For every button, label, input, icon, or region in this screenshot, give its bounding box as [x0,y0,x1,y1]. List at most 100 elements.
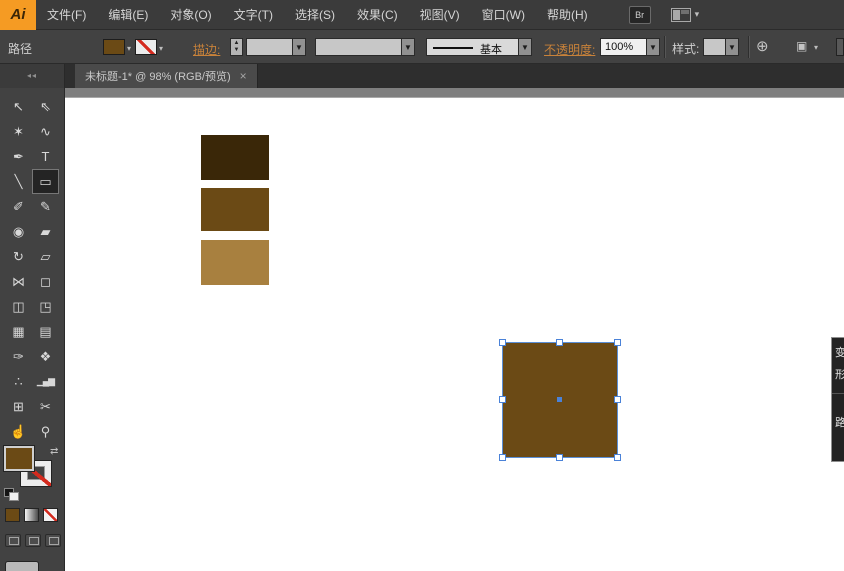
handle-bottom-middle[interactable] [556,454,563,461]
menu-file[interactable]: 文件(F) [36,0,97,30]
blend-icon: ❖ [39,348,52,364]
tool-hand[interactable]: ☝ [5,419,32,444]
scale-icon: ▱ [40,248,51,264]
handle-middle-left[interactable] [499,396,506,403]
pencil-icon: ✎ [40,198,51,214]
stroke-weight-stepper[interactable]: ▲ ▼ [230,38,243,56]
handle-top-right[interactable] [614,339,621,346]
align-options-icon[interactable]: ▣ [796,39,807,53]
tool-type[interactable]: T [32,144,59,169]
menu-effect[interactable]: 效果(C) [346,0,409,30]
none-button[interactable] [43,508,58,522]
graphic-style-dropdown[interactable]: ▼ [703,38,739,56]
drawing-mode-buttons [5,534,64,547]
artwork-swatch-light-brown[interactable] [201,240,269,285]
default-stroke-mini-icon[interactable] [9,492,19,501]
artboard-icon: ⊞ [13,398,24,414]
tool-direct-selection[interactable]: ⇖ [32,94,59,119]
tool-rectangle[interactable]: ▭ [32,169,59,194]
symbol-sprayer-icon: ∴ [14,373,23,389]
menu-bar: Ai 文件(F) 编辑(E) 对象(O) 文字(T) 选择(S) 效果(C) 视… [0,0,844,30]
handle-bottom-right[interactable] [614,454,621,461]
stroke-weight-dropdown[interactable]: ▼ [246,38,306,56]
menu-type[interactable]: 文字(T) [223,0,284,30]
menu-window[interactable]: 窗口(W) [471,0,536,30]
tool-eyedropper[interactable]: ✑ [5,344,32,369]
close-icon[interactable]: × [240,69,247,83]
selection-icon: ↖ [13,98,24,114]
handle-top-middle[interactable] [556,339,563,346]
opacity-value: 100% [601,39,647,55]
tool-rotate[interactable]: ↻ [5,244,32,269]
artwork-swatch-medium-brown[interactable] [201,188,269,231]
tool-paintbrush[interactable]: ✐ [5,194,32,219]
tool-magic-wand[interactable]: ✶ [5,119,32,144]
perspective-grid-icon: ◳ [39,298,52,314]
handle-middle-right[interactable] [614,396,621,403]
tool-slice[interactable]: ✂ [32,394,59,419]
tool-width[interactable]: ⋈ [5,269,32,294]
tool-perspective-grid[interactable]: ◳ [32,294,59,319]
menu-object[interactable]: 对象(O) [159,0,222,30]
tool-mesh[interactable]: ▦ [5,319,32,344]
tool-symbol-sprayer[interactable]: ∴ [5,369,32,394]
dock-panel-tab-2[interactable]: 形 [835,366,844,382]
tool-pen[interactable]: ✒ [5,144,32,169]
tool-line-segment[interactable]: ╲ [5,169,32,194]
color-button[interactable] [5,508,20,522]
selected-rectangle-object[interactable] [499,339,621,461]
menu-view[interactable]: 视图(V) [409,0,471,30]
draw-inside-button[interactable] [45,534,61,547]
menu-help[interactable]: 帮助(H) [536,0,599,30]
document-tab[interactable]: 未标题-1* @ 98% (RGB/预览) × [75,64,258,88]
tool-shape-builder[interactable]: ◫ [5,294,32,319]
handle-bottom-left[interactable] [499,454,506,461]
bridge-icon[interactable]: Br [628,5,651,24]
dock-panel-tab-1[interactable]: 变 [835,344,844,360]
canvas-area[interactable] [65,88,844,571]
paintbrush-icon: ✐ [13,198,24,214]
tool-gradient[interactable]: ▤ [32,319,59,344]
tool-artboard[interactable]: ⊞ [5,394,32,419]
stroke-dropdown-arrow-icon[interactable]: ▾ [159,44,163,53]
chevron-down-icon[interactable]: ▾ [814,43,818,52]
clipped-control-icon[interactable] [836,38,844,56]
toolbar-collapse-header[interactable]: ◂◂ [0,64,65,88]
stroke-panel-link[interactable]: 描边: [193,41,220,58]
draw-normal-button[interactable] [5,534,21,547]
tool-free-transform[interactable]: ◻ [32,269,59,294]
artwork-swatch-dark-brown[interactable] [201,135,269,180]
tool-blend[interactable]: ❖ [32,344,59,369]
tool-pencil[interactable]: ✎ [32,194,59,219]
step-down-icon[interactable]: ▼ [234,47,240,54]
fill-swatch[interactable] [4,446,34,471]
fill-dropdown-arrow-icon[interactable]: ▾ [127,44,131,53]
document-setup-globe-icon[interactable]: ⊕ [756,37,769,55]
tool-eraser[interactable]: ▰ [32,219,59,244]
swap-fill-stroke-icon[interactable]: ⇄ [50,446,58,457]
menu-select[interactable]: 选择(S) [284,0,346,30]
layout-icon [670,7,691,22]
screen-mode-button[interactable] [5,561,39,571]
tool-lasso[interactable]: ∿ [32,119,59,144]
brush-definition-dropdown[interactable]: 基本 ▼ [426,38,532,56]
center-point [557,397,562,402]
draw-behind-button[interactable] [25,534,41,547]
tool-zoom[interactable]: ⚲ [32,419,59,444]
stroke-color-swatch[interactable] [135,39,157,55]
dock-panel-tab-3[interactable]: 路 [835,414,844,430]
tool-selection[interactable]: ↖ [5,94,32,119]
collapsed-panel-dock: 变 形 路 [831,337,844,462]
workspace-switcher[interactable]: ▾ [670,7,699,22]
tool-blob-brush[interactable]: ◉ [5,219,32,244]
tool-column-graph[interactable]: ▁▄▆ [32,369,59,394]
step-up-icon[interactable]: ▲ [234,40,240,47]
variable-width-profile-dropdown[interactable]: ▼ [315,38,415,56]
opacity-dropdown[interactable]: 100% ▼ [600,38,660,56]
opacity-panel-link[interactable]: 不透明度: [544,41,595,58]
tool-scale[interactable]: ▱ [32,244,59,269]
fill-color-swatch[interactable] [103,39,125,55]
menu-edit[interactable]: 编辑(E) [97,0,159,30]
gradient-button[interactable] [24,508,39,522]
handle-top-left[interactable] [499,339,506,346]
